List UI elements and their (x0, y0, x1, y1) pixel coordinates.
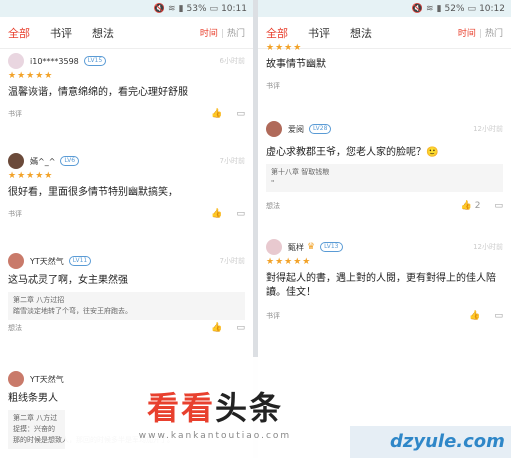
comment-tag: 书评 (266, 82, 280, 90)
signal-icon: ▮ (178, 3, 184, 14)
comment-text: 这马忒灵了啊，女主果然强 (8, 275, 128, 286)
tab-reviews[interactable]: 书评 (308, 25, 330, 41)
timestamp: 12小时前 (473, 243, 503, 251)
wifi-icon: ≋ (168, 3, 176, 14)
chapter-quote[interactable]: 第二章 八方过招 踏雪淡定地转了个弯，往安王府跑去。 (8, 292, 245, 320)
timestamp: 6小时前 (219, 57, 245, 65)
level-badge: LV15 (83, 56, 107, 66)
star-rating: ★★★★★ (8, 171, 54, 181)
clock: 10:12 (479, 3, 505, 14)
sort-toggle: 时间 | 热门 (457, 29, 503, 39)
wifi-icon: ≋ (426, 3, 434, 14)
comment-item: ★★★★ 故事情节幽默 书评 (258, 42, 511, 94)
level-badge: LV28 (309, 124, 332, 134)
star-rating: ★★★★ (266, 43, 303, 53)
comment-tag: 书评 (8, 110, 22, 118)
like-icon[interactable]: 👍 (211, 209, 222, 219)
comment-item: 嫣^_^ LV6 7小时前 ★★★★★ 很好看，里面很多情节特别幽默搞笑， 书评… (0, 152, 253, 222)
timestamp: 7小时前 (219, 257, 245, 265)
comment-tag: 想法 (8, 324, 22, 332)
timestamp: 7小时前 (219, 157, 245, 165)
sort-time[interactable]: 时间 (200, 29, 218, 39)
crown-icon: ♛ (307, 242, 316, 252)
quote-chapter: 第十八章 智取钱粮 (271, 168, 330, 176)
comment-text: 温馨诙谐，情意绵绵的，看完心理好舒服 (8, 87, 188, 98)
comment-tag: 想法 (266, 202, 280, 210)
tab-all[interactable]: 全部 (266, 25, 288, 41)
clock: 10:11 (221, 3, 247, 14)
level-badge: LV11 (68, 256, 92, 266)
like-count: 2 (474, 201, 481, 211)
reply-icon[interactable]: ▭ (236, 109, 245, 119)
tab-bar: 全部 书评 想法 时间 | 热门 (0, 17, 253, 49)
mute-icon: 🔇 (411, 3, 424, 14)
sort-time[interactable]: 时间 (458, 29, 476, 39)
username[interactable]: 嫣^_^ (30, 156, 55, 167)
username[interactable]: 甄样 (288, 242, 304, 253)
tab-thoughts[interactable]: 想法 (92, 25, 114, 41)
username[interactable]: YT天然气 (30, 256, 64, 267)
tab-thoughts[interactable]: 想法 (350, 25, 372, 41)
status-bar: 🔇 ≋ ▮ 53% ▭ 10:11 (0, 0, 253, 17)
comment-text: 虚心求教郡王爷，您老人家的脸呢？🙂 (266, 147, 439, 158)
battery-level: 52% (444, 3, 465, 14)
reply-icon[interactable]: ▭ (236, 323, 245, 333)
like-icon[interactable]: 👍 (469, 311, 480, 321)
watermark-logo-text: 看看 (146, 389, 215, 427)
watermark-url: www.kankantoutiao.com (138, 431, 292, 441)
watermark-dzyule: dzyule.com (350, 426, 511, 458)
watermark-logo-text: 头条 (215, 389, 284, 427)
mute-icon: 🔇 (153, 3, 166, 14)
avatar[interactable] (8, 153, 24, 169)
avatar[interactable] (8, 253, 24, 269)
signal-icon: ▮ (436, 3, 442, 14)
star-rating: ★★★★★ (8, 71, 54, 81)
username[interactable]: 爱阅 (288, 124, 304, 135)
comment-tag: 书评 (266, 312, 280, 320)
comment-text: 對得起人的書，遇上對的人閱，更有對得上的佳人陪讀。佳文！ (266, 273, 496, 298)
tab-all[interactable]: 全部 (8, 25, 30, 41)
username[interactable]: i10****3598 (30, 57, 79, 66)
chapter-quote[interactable]: 第十八章 智取钱粮 " (266, 164, 503, 192)
avatar[interactable] (8, 53, 24, 69)
comment-item: 爱阅 LV28 12小时前 虚心求教郡王爷，您老人家的脸呢？🙂 第十八章 智取钱… (258, 120, 511, 214)
avatar[interactable] (266, 239, 282, 255)
battery-icon: ▭ (209, 3, 219, 14)
level-badge: LV13 (320, 242, 343, 252)
sort-toggle: 时间 | 热门 (199, 29, 245, 39)
like-icon[interactable]: 👍 (211, 323, 222, 333)
like-icon[interactable]: 👍 (211, 109, 222, 119)
sort-hot[interactable]: 热门 (485, 29, 503, 39)
battery-icon: ▭ (467, 3, 477, 14)
star-rating: ★★★★★ (266, 257, 312, 267)
quote-chapter: 第二章 八方过招 (13, 296, 65, 304)
tab-reviews[interactable]: 书评 (50, 25, 72, 41)
sort-hot[interactable]: 热门 (227, 29, 245, 39)
reply-icon[interactable]: ▭ (494, 201, 503, 211)
comment-item: 甄样 ♛ LV13 12小时前 ★★★★★ 對得起人的書，遇上對的人閱，更有對得… (258, 238, 511, 324)
battery-level: 53% (186, 3, 207, 14)
comment-text: 很好看，里面很多情节特别幽默搞笑， (8, 187, 178, 198)
comment-item: i10****3598 LV15 6小时前 ★★★★★ 温馨诙谐，情意绵绵的，看… (0, 52, 253, 122)
timestamp: 12小时前 (473, 125, 503, 133)
avatar[interactable] (8, 371, 24, 387)
quote-excerpt: 踏雪淡定地转了个弯，往安王府跑去。 (13, 307, 132, 315)
username[interactable]: YT天然气 (30, 374, 64, 385)
comment-text: 故事情节幽默 (266, 59, 326, 70)
level-badge: LV6 (60, 156, 80, 166)
comment-item: YT天然气 LV11 7小时前 这马忒灵了啊，女主果然强 第二章 八方过招 踏雪… (0, 252, 253, 336)
status-bar: 🔇 ≋ ▮ 52% ▭ 10:12 (258, 0, 511, 17)
comment-tag: 书评 (8, 210, 22, 218)
watermark-kankan: 看看头条 www.kankantoutiao.com (65, 357, 365, 458)
like-icon[interactable]: 👍 2 (461, 201, 481, 211)
reply-icon[interactable]: ▭ (236, 209, 245, 219)
avatar[interactable] (266, 121, 282, 137)
smile-emoji-icon: 🙂 (426, 147, 439, 158)
reply-icon[interactable]: ▭ (494, 311, 503, 321)
